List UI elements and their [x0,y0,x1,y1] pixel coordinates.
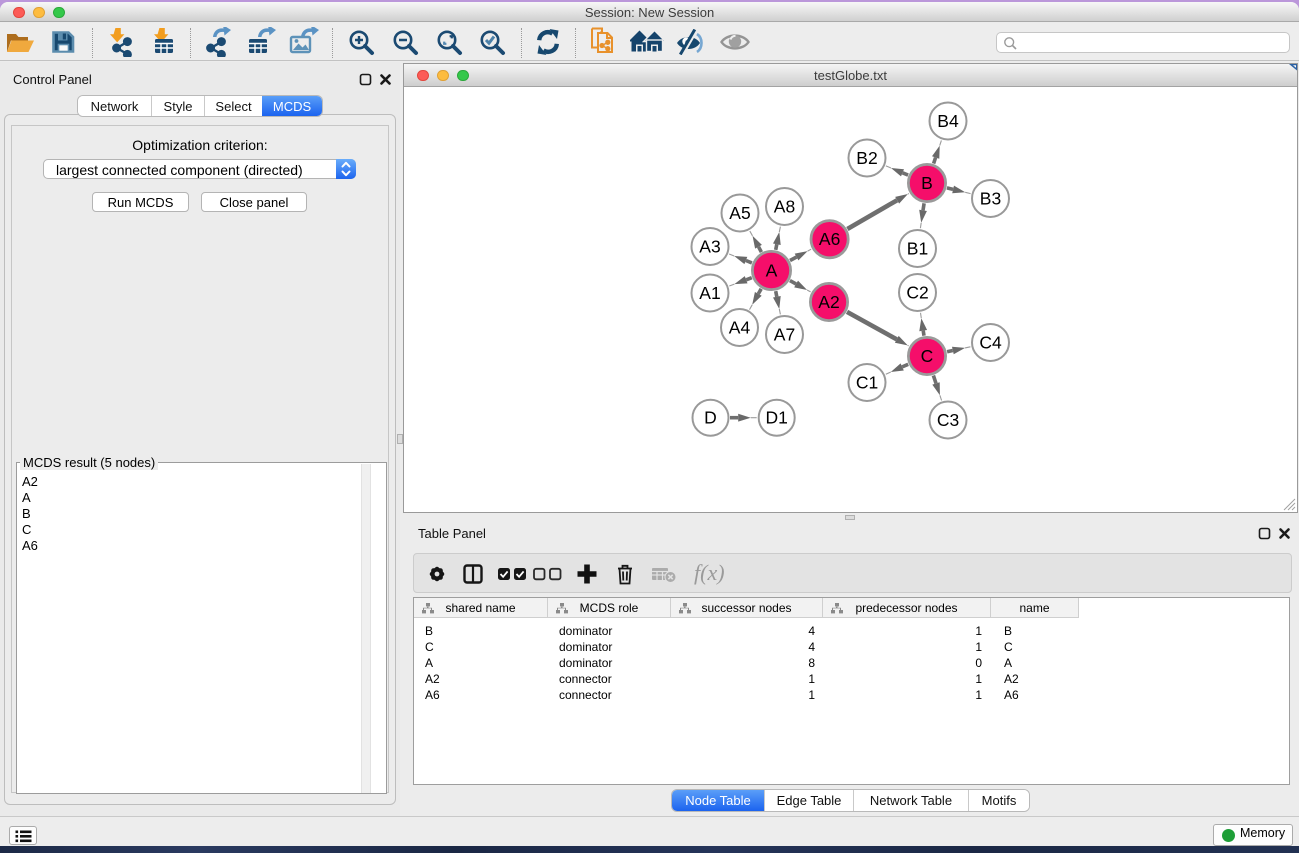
svg-text:C4: C4 [979,333,1002,353]
svg-text:A7: A7 [774,325,795,345]
svg-text:A4: A4 [729,318,751,338]
svg-text:D: D [704,408,717,428]
svg-text:A2: A2 [818,292,839,312]
svg-text:A5: A5 [729,203,750,223]
svg-text:A: A [766,261,778,281]
svg-text:B1: B1 [907,239,928,259]
svg-text:B4: B4 [937,111,959,131]
svg-text:D1: D1 [766,408,788,428]
svg-text:C3: C3 [937,410,959,430]
svg-text:A8: A8 [774,197,795,217]
svg-text:A1: A1 [699,283,720,303]
svg-text:B2: B2 [856,148,877,168]
svg-text:C: C [921,346,934,366]
svg-text:C1: C1 [856,373,878,393]
svg-text:B: B [921,173,933,193]
svg-text:A3: A3 [699,237,720,257]
svg-text:C2: C2 [906,283,928,303]
svg-text:B3: B3 [980,189,1001,209]
svg-text:A6: A6 [819,229,840,249]
